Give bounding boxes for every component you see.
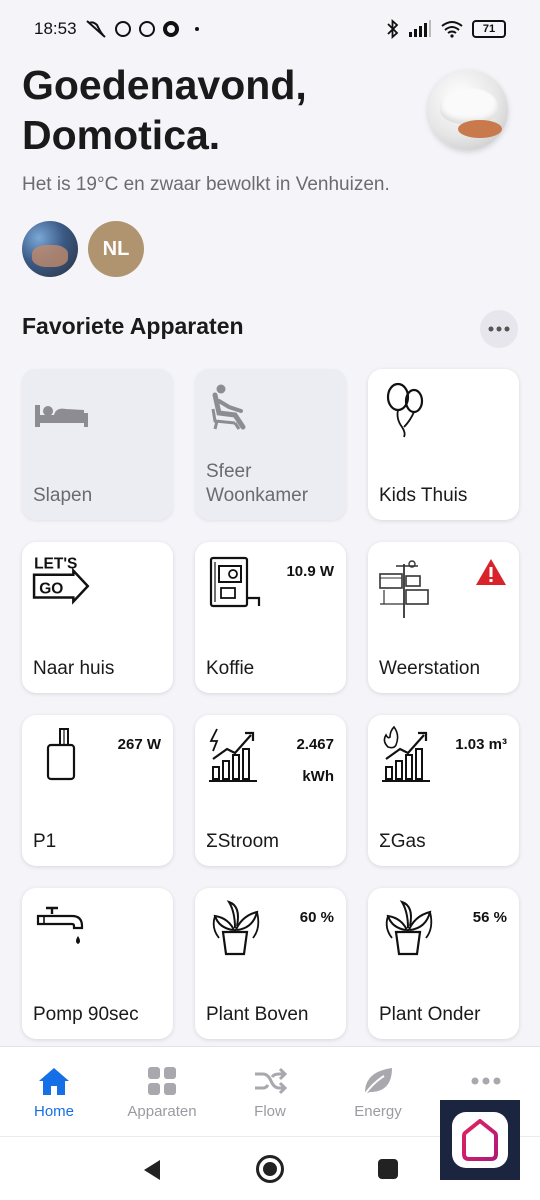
- notification-icon: [138, 21, 155, 37]
- weather-station-icon: [379, 560, 429, 618]
- bed-icon: [35, 405, 88, 427]
- tile-label: ΣGas: [379, 831, 426, 852]
- hand-image: [458, 120, 502, 138]
- notification-icon: [162, 21, 179, 37]
- plant-icon: [385, 900, 433, 956]
- device-tile-plant-boven[interactable]: 60 % Plant Boven: [195, 888, 346, 1039]
- device-tile-gas[interactable]: 1.03 m³ ΣGas: [368, 715, 519, 866]
- weather-text: Het is 19°C en zwaar bewolkt in Venhuize…: [22, 174, 390, 195]
- tile-label: Kids Thuis: [379, 485, 468, 506]
- favorites-title: Favoriete Apparaten: [22, 313, 244, 339]
- tile-value: 60 %: [299, 909, 334, 926]
- nav-energy[interactable]: Energy: [324, 1047, 432, 1136]
- nav-label: Home: [33, 1103, 74, 1120]
- device-tile-koffie[interactable]: 10.9 W Koffie: [195, 542, 346, 693]
- home-button-icon[interactable]: [256, 1155, 284, 1183]
- device-tile-plant-onder[interactable]: 56 % Plant Onder: [368, 888, 519, 1039]
- device-tile-kids-thuis[interactable]: Kids Thuis: [368, 369, 519, 520]
- bluetooth-icon: [387, 19, 399, 39]
- tile-value: 56 %: [472, 909, 507, 926]
- device-tile-stroom[interactable]: 2.467 kWh ΣStroom: [195, 715, 346, 866]
- user-avatar-nl[interactable]: NL: [88, 221, 144, 277]
- home-icon: [39, 1068, 69, 1095]
- lounge-chair-icon: [211, 384, 246, 430]
- tile-label: Plant Boven: [206, 1004, 309, 1025]
- device-tile-sfeer-woonkamer[interactable]: Sfeer Woonkamer: [195, 369, 346, 520]
- battery-indicator: 71: [472, 20, 506, 38]
- favorites-more-button[interactable]: [480, 310, 518, 348]
- p1-meter-icon: [46, 728, 76, 781]
- wifi-icon: [441, 21, 463, 38]
- homey-app-badge: [440, 1100, 520, 1180]
- profile-avatar[interactable]: [428, 70, 508, 150]
- tile-label: Slapen: [33, 485, 93, 506]
- tile-value: 1.03 m³: [455, 736, 507, 753]
- lets-go-icon: LET'S GO: [32, 556, 90, 605]
- svg-text:GO: GO: [39, 580, 63, 597]
- muted-phone-icon: [85, 20, 106, 38]
- user-avatar-photo[interactable]: [22, 221, 78, 277]
- status-right: 71: [386, 19, 506, 39]
- lamp-image: [440, 88, 498, 124]
- device-tile-slapen[interactable]: Slapen: [22, 369, 173, 520]
- faucet-icon: [36, 906, 84, 944]
- shuffle-icon: [255, 1067, 287, 1095]
- grid-icon: [148, 1067, 176, 1095]
- nav-apparaten[interactable]: Apparaten: [108, 1047, 216, 1136]
- device-tile-p1[interactable]: 267 W P1: [22, 715, 173, 866]
- more-icon: [488, 326, 510, 332]
- tile-value: 267 W: [117, 736, 161, 753]
- status-bar: 18:53 71: [0, 0, 540, 58]
- greeting-title: Goedenavond, Domotica.: [22, 62, 307, 158]
- plant-icon: [212, 900, 260, 956]
- nav-home[interactable]: Home: [0, 1047, 108, 1136]
- homey-logo-icon: [462, 1119, 498, 1161]
- nav-flow[interactable]: Flow: [216, 1047, 324, 1136]
- warning-icon[interactable]: [475, 558, 507, 586]
- more-icon: [471, 1077, 501, 1085]
- nav-label: Flow: [254, 1103, 286, 1120]
- nav-label: Energy: [354, 1103, 402, 1120]
- balloons-icon: [386, 382, 424, 438]
- tile-label: Plant Onder: [379, 1004, 481, 1025]
- tile-label: Pomp 90sec: [33, 1004, 139, 1025]
- tile-label: P1: [33, 831, 57, 852]
- favorites-grid: Slapen Sfeer Woonkamer Kids Thuis LET'S …: [22, 369, 520, 1039]
- tile-value-number: 2.467: [296, 736, 334, 753]
- more-notifications-icon: [194, 27, 199, 31]
- coffee-machine-icon: [209, 556, 261, 608]
- device-tile-pomp[interactable]: Pomp 90sec: [22, 888, 173, 1039]
- tile-label: Weerstation: [379, 658, 481, 679]
- tile-label: Naar huis: [33, 658, 115, 679]
- status-time: 18:53: [34, 19, 77, 38]
- recent-apps-icon[interactable]: [378, 1159, 398, 1179]
- status-left: 18:53: [34, 19, 199, 39]
- svg-text:LET'S: LET'S: [34, 556, 77, 573]
- tile-label: Sfeer Woonkamer: [206, 461, 309, 506]
- nav-label: Apparaten: [127, 1103, 197, 1120]
- tile-value-unit: kWh: [302, 768, 334, 785]
- tile-label: ΣStroom: [206, 831, 279, 852]
- user-list: NL: [22, 221, 144, 277]
- notification-icon: [114, 21, 131, 37]
- signal-icon: [409, 20, 431, 37]
- gas-chart-icon: [382, 725, 430, 782]
- tile-value: 2.467 kWh: [296, 729, 334, 793]
- tile-label: Koffie: [206, 658, 255, 679]
- device-tile-weerstation[interactable]: Weerstation: [368, 542, 519, 693]
- tile-value: 10.9 W: [286, 563, 334, 580]
- leaf-icon: [364, 1068, 392, 1095]
- electricity-chart-icon: [209, 728, 257, 782]
- back-icon[interactable]: [142, 1159, 162, 1181]
- device-tile-naar-huis[interactable]: LET'S GO Naar huis: [22, 542, 173, 693]
